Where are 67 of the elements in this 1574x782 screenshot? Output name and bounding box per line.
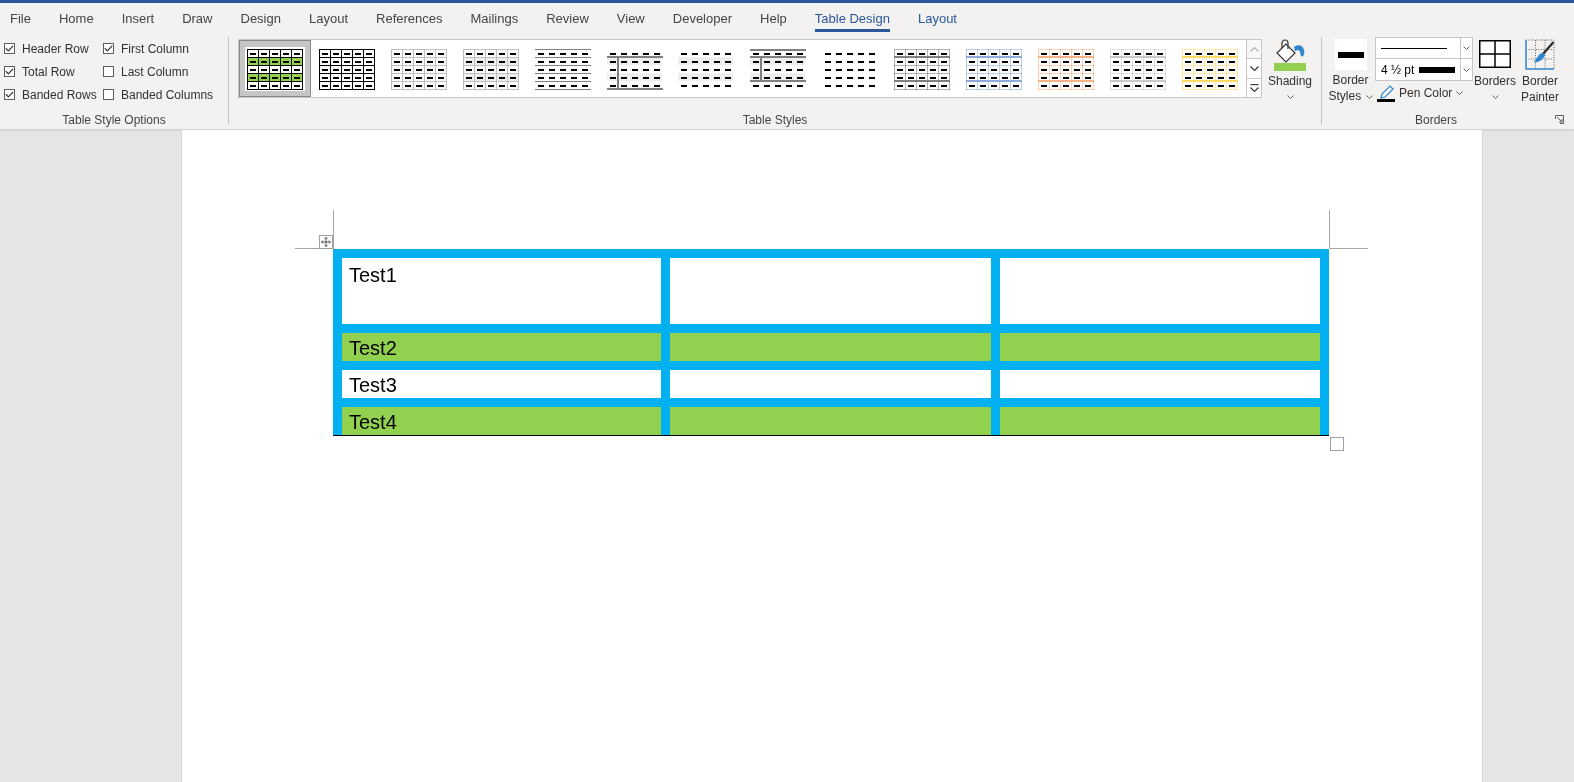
ribbon-tab[interactable]: Design: [226, 3, 295, 34]
checkbox[interactable]: [103, 43, 114, 54]
group-label: Borders: [1414, 112, 1458, 129]
caret-icon: [1463, 46, 1470, 50]
line-weight-dropdown[interactable]: 4 ½ pt: [1375, 59, 1473, 81]
ribbon-tab[interactable]: Layout: [294, 3, 362, 34]
paint-bucket-icon: [1273, 39, 1307, 71]
pen-color-button[interactable]: Pen Color: [1375, 84, 1464, 102]
checkbox[interactable]: [4, 43, 15, 54]
chevron-down-icon: [1249, 65, 1259, 71]
checkbox-label: Total Row: [22, 64, 75, 79]
brush-icon: [1525, 39, 1555, 70]
line-sample-icon: [1381, 46, 1447, 50]
shading-button[interactable]: Shading: [1265, 37, 1315, 99]
checkbox-label: Banded Columns: [121, 87, 214, 102]
grid-icon: [1479, 40, 1511, 68]
checkmark-icon: [104, 45, 113, 52]
checkbox[interactable]: [4, 66, 15, 77]
table-cell: Test4: [342, 407, 661, 435]
table-cell: Test3: [342, 370, 661, 398]
ribbon-tab[interactable]: Mailings: [456, 3, 533, 34]
move-handle-icon[interactable]: [319, 235, 333, 249]
checkbox[interactable]: [103, 66, 114, 77]
group-label: Table Styles: [741, 112, 809, 129]
ribbon-tab[interactable]: Insert: [107, 3, 169, 34]
checkbox-label: Last Column: [121, 64, 189, 79]
group-label: Table Style Options: [61, 112, 167, 129]
chevron-up-icon: [1249, 46, 1259, 52]
line-swatch-icon: [1334, 39, 1367, 70]
ribbon-tab[interactable]: Help: [746, 3, 801, 34]
expand-more-icon: [1249, 83, 1259, 92]
checkbox[interactable]: [4, 89, 15, 100]
ribbon-tab[interactable]: Table Design: [800, 3, 904, 34]
ribbon-tab[interactable]: Draw: [168, 3, 227, 34]
pen-icon: [1377, 84, 1395, 102]
ribbon-tab[interactable]: Layout: [903, 3, 971, 34]
ribbon-tab[interactable]: Home: [44, 3, 108, 34]
dialog-launcher-icon[interactable]: [1555, 115, 1564, 124]
caret-icon: [1463, 67, 1470, 72]
line-sample-icon: [1419, 66, 1456, 73]
checkmark-icon: [5, 68, 14, 75]
ribbon-tab[interactable]: Developer: [658, 3, 747, 34]
checkmark-icon: [5, 91, 14, 98]
table-cell: Test2: [342, 333, 661, 361]
caret-icon: [1286, 95, 1294, 99]
resize-handle[interactable]: [1330, 437, 1344, 451]
border-painter-button[interactable]: Border Painter: [1517, 37, 1563, 105]
checkbox-label: Header Row: [22, 41, 89, 56]
line-style-dropdown[interactable]: [1375, 37, 1473, 59]
checkbox[interactable]: [103, 89, 114, 100]
caret-icon: [1456, 91, 1464, 95]
border-styles-button[interactable]: Border Styles: [1327, 37, 1374, 104]
gallery-scroll-down-button[interactable]: [1247, 59, 1262, 79]
ribbon-tab[interactable]: Review: [532, 3, 603, 34]
caret-icon: [1491, 95, 1499, 99]
checkbox-label: Banded Rows: [22, 87, 97, 102]
caret-icon: [1365, 94, 1373, 99]
ribbon-tab[interactable]: View: [602, 3, 659, 34]
ribbon-tab[interactable]: File: [0, 3, 45, 34]
borders-button[interactable]: Borders: [1473, 37, 1517, 99]
margin-corner-mark: [295, 210, 334, 249]
checkmark-icon: [5, 45, 14, 52]
table-cell: Test1: [342, 258, 661, 324]
ribbon-tab[interactable]: References: [362, 3, 457, 34]
checkbox-label: First Column: [121, 41, 189, 56]
margin-corner-mark: [1329, 210, 1368, 249]
table-style-thumbnail[interactable]: [239, 40, 311, 97]
